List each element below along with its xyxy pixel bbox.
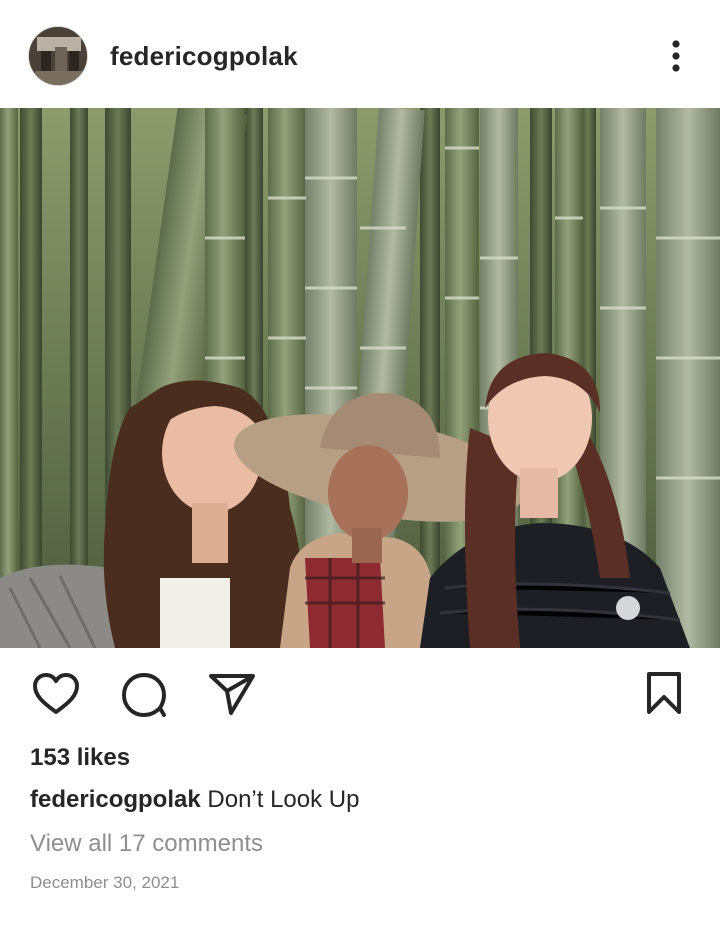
caption-text: Don’t Look Up <box>207 786 360 813</box>
photo-illustration <box>0 108 720 648</box>
caption-username[interactable]: federicogpolak <box>30 786 201 813</box>
avatar-image <box>29 27 87 85</box>
share-icon[interactable] <box>207 672 257 716</box>
more-options-icon[interactable] <box>660 36 692 76</box>
avatar[interactable] <box>28 26 88 86</box>
view-comments-link[interactable]: View all 17 comments <box>30 829 263 859</box>
bookmark-icon[interactable] <box>644 670 684 716</box>
post-header: federicogpolak <box>0 0 720 110</box>
likes-count[interactable]: 153 likes <box>30 743 130 773</box>
post-actions-bar <box>0 648 720 738</box>
post-username[interactable]: federicogpolak <box>110 41 298 71</box>
comment-icon[interactable] <box>120 672 168 718</box>
post-photo[interactable] <box>0 108 720 648</box>
post-date: December 30, 2021 <box>30 873 180 892</box>
post-caption: federicogpolak Don’t Look Up <box>30 785 359 815</box>
heart-icon[interactable] <box>32 672 80 716</box>
